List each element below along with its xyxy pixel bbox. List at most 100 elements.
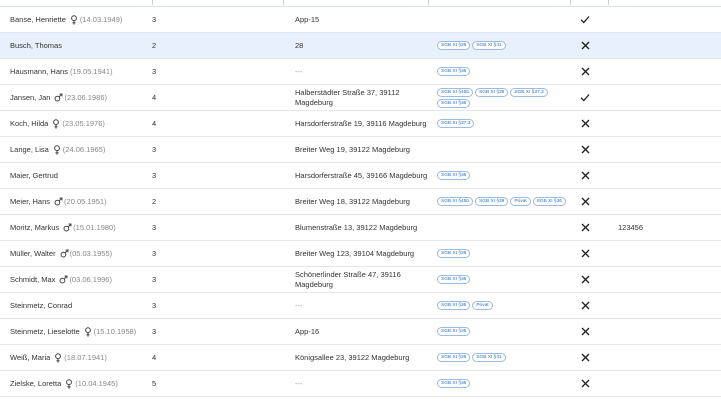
address: App-16: [295, 326, 320, 336]
name-cell: Maier, Gertrud: [10, 163, 150, 188]
care-level: 2: [152, 197, 157, 206]
client-name: Schmidt, Max: [10, 274, 56, 284]
client-name: Hausmann, Hans: [10, 66, 68, 76]
status-close-icon: [578, 241, 592, 266]
status-check-icon: [578, 7, 592, 32]
service-tag: SGB XI §36: [437, 275, 471, 284]
address: Breiter Weg 19, 39122 Magdeburg: [295, 144, 410, 154]
close-icon: [581, 171, 589, 180]
care-level: 2: [152, 41, 157, 50]
female-symbol-icon: [70, 15, 77, 25]
date-of-birth: (15.10.1958): [93, 326, 137, 336]
care-level: 3: [152, 301, 157, 310]
close-icon: [581, 223, 589, 232]
service-tags: SGB XI §36 SGB XI §41: [437, 33, 567, 58]
date-of-birth: (23.05.1976): [62, 118, 105, 128]
client-name: Banse, Henriette: [10, 14, 66, 24]
male-icon: [60, 249, 69, 258]
name-cell: Weiß, Maria (18.07.1941): [10, 345, 150, 370]
client-name: Steinmetz, Lieselotte: [10, 326, 80, 336]
status-close-icon: [578, 59, 592, 84]
female-icon: [65, 379, 73, 389]
table-row[interactable]: Maier, Gertrud 3 Harsdorferstraße 45, 3916…: [0, 163, 721, 189]
table-body: Banse, Henriette (14.03.1949) 3 App-15 Busch…: [0, 7, 721, 397]
status-close-icon: [578, 33, 592, 58]
service-tag: SGB XI §36: [437, 379, 471, 388]
close-icon: [581, 301, 589, 310]
male-icon: [59, 275, 68, 284]
service-tag: SGB XI §36: [437, 171, 471, 180]
service-tag: SGB XI §36: [437, 327, 471, 336]
address: Halberstädter Straße 37, 39112 Magdeburg: [295, 87, 400, 107]
status-close-icon: [578, 319, 592, 344]
male-symbol-icon: [59, 275, 68, 284]
male-icon: [63, 223, 72, 232]
address: Breiter Weg 123, 39104 Magdeburg: [295, 248, 415, 258]
name-cell: Banse, Henriette (14.03.1949): [10, 7, 150, 32]
service-tag: SGB XI §39: [475, 197, 509, 206]
care-level: 3: [152, 275, 157, 284]
table-row[interactable]: Meier, Hans (20.05.1951) 2 Breiter Weg 18, …: [0, 189, 721, 215]
service-tags: SGB XI §36: [437, 319, 567, 344]
checkmark-icon: [580, 94, 590, 102]
name-cell: Steinmetz, Conrad: [10, 293, 150, 318]
male-symbol-icon: [54, 93, 63, 102]
care-level: 3: [152, 145, 157, 154]
client-name: Zielske, Loretta: [10, 378, 62, 388]
service-tags: SGB XI §36: [437, 241, 567, 266]
table-row[interactable]: Koch, Hilda (23.05.1976) 4 Harsdorferstraße…: [0, 111, 721, 137]
status-close-icon: [578, 345, 592, 370]
table-row[interactable]: Lange, Lisa (24.06.1965) 3 Breiter Weg 19, …: [0, 137, 721, 163]
address: ---: [295, 378, 303, 388]
status-close-icon: [578, 137, 592, 162]
table-row[interactable]: Steinmetz, Conrad 3 --- SGB XI §36 Privat: [0, 293, 721, 319]
table-row[interactable]: Müller, Walter (05.03.1955) 3 Breiter Weg 1…: [0, 241, 721, 267]
address: Harsdorferstraße 19, 39116 Magdeburg: [295, 118, 427, 128]
table-row[interactable]: Weiß, Maria (18.07.1941) 4 Königsallee 23, …: [0, 345, 721, 371]
female-icon: [70, 15, 78, 25]
address: Königsallee 23, 39122 Magdeburg: [295, 352, 410, 362]
service-tag: SGB XI §41: [472, 41, 506, 50]
service-tags: SGB XI §45b SGB XI §39 SGB XI §37.3 SGB XI …: [437, 85, 567, 110]
table-row[interactable]: Moritz, Markus (15.01.1980) 3 Blumenstraße …: [0, 215, 721, 241]
name-cell: Lange, Lisa (24.06.1965): [10, 137, 150, 162]
client-name: Weiß, Maria: [10, 352, 51, 362]
service-tag: SGB XI §37.3: [437, 119, 475, 128]
date-of-birth: (19.05.1941): [70, 66, 113, 76]
table-row[interactable]: Hausmann, Hans (19.05.1941) 3 --- SGB XI §3…: [0, 59, 721, 85]
male-icon: [54, 197, 63, 206]
close-icon: [581, 327, 589, 336]
table-row[interactable]: Steinmetz, Lieselotte (15.10.1958) 3 App-16…: [0, 319, 721, 345]
client-name: Müller, Walter: [10, 248, 56, 258]
status-close-icon: [578, 215, 592, 240]
name-cell: Koch, Hilda (23.05.1976): [10, 111, 150, 136]
care-level: 3: [152, 249, 157, 258]
care-level: 5: [152, 379, 157, 388]
status-close-icon: [578, 371, 592, 396]
care-level: 4: [152, 93, 157, 102]
name-cell: Müller, Walter (05.03.1955): [10, 241, 150, 266]
close-icon: [581, 41, 589, 50]
care-level: 3: [152, 327, 157, 336]
table-row[interactable]: Schmidt, Max (03.06.1996) 3 Schönerlinder S…: [0, 267, 721, 293]
date-of-birth: (24.06.1965): [62, 144, 106, 154]
table-row[interactable]: Busch, Thomas 2 28 SGB XI §36 SGB XI §41: [0, 33, 721, 59]
service-tags: SGB XI §36: [437, 59, 567, 84]
service-tag: SGB XI §36: [437, 67, 471, 76]
service-tag: SGB XI §45b: [437, 197, 473, 206]
table-row[interactable]: Banse, Henriette (14.03.1949) 3 App-15: [0, 7, 721, 33]
name-cell: Schmidt, Max (03.06.1996): [10, 267, 150, 292]
service-tag: SGB XI §36: [437, 301, 471, 310]
care-level: 3: [152, 171, 157, 180]
close-icon: [581, 197, 589, 206]
table-row[interactable]: Zielske, Loretta (10.04.1945) 5 --- SGB XI §…: [0, 371, 721, 397]
service-tags: SGB XI §45b SGB XI §39 Privat SGB XI §36: [437, 189, 567, 214]
service-tag: SGB XI §36: [437, 41, 471, 50]
table-row[interactable]: Jansen, Jan (23.06.1986) 4 Halberstädter St…: [0, 85, 721, 111]
status-close-icon: [578, 267, 592, 292]
address: App-15: [295, 14, 320, 24]
service-tag: SGB XI §36: [532, 197, 566, 206]
service-tags: [437, 7, 567, 32]
close-icon: [581, 275, 589, 284]
date-of-birth: (05.03.1955): [69, 248, 113, 258]
